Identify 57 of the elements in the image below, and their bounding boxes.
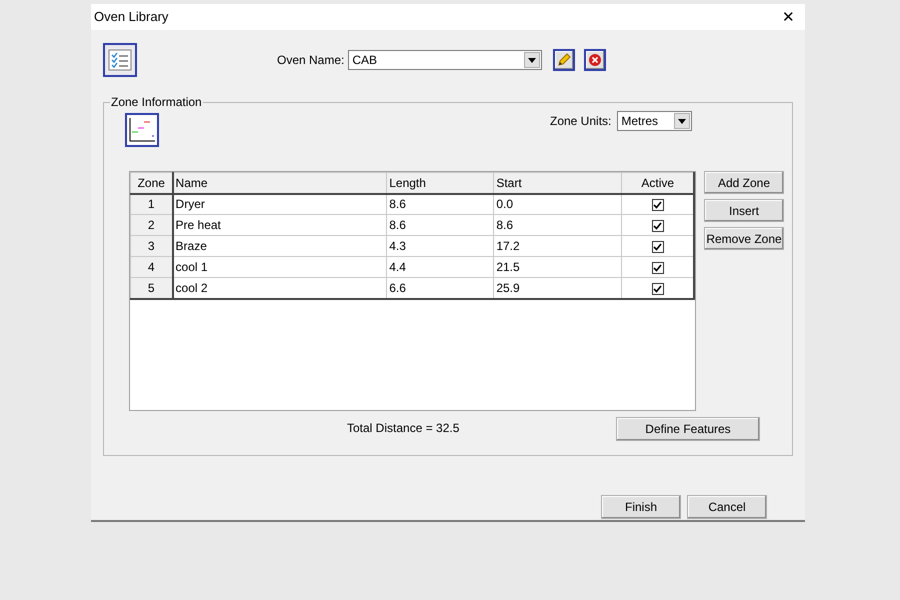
side-button[interactable]: Insert	[704, 199, 784, 222]
table-cell: 21.5	[494, 256, 622, 278]
window-title: Oven Library	[94, 8, 168, 26]
field-label: Oven Name:	[277, 52, 344, 69]
checkbox[interactable]	[652, 199, 664, 212]
dialog-button[interactable]: Cancel	[687, 495, 767, 519]
table-cell: 17.2	[494, 236, 622, 256]
table-cell: Braze	[172, 236, 387, 256]
table-cell: 8.6	[494, 214, 622, 236]
checkmark-icon	[653, 201, 662, 210]
column-header: Name	[172, 172, 387, 194]
dialog-button[interactable]: Finish	[601, 495, 681, 519]
field-label: Zone Units:	[550, 113, 612, 130]
row-header: 3	[130, 236, 173, 256]
checkmark-icon	[653, 284, 662, 293]
checkmark-icon	[653, 222, 662, 230]
delete-icon	[588, 53, 602, 67]
table-cell: 0.0	[494, 194, 622, 214]
side-button[interactable]: Add Zone	[704, 171, 784, 194]
group-title: Zone Information	[110, 95, 203, 109]
checkbox[interactable]	[652, 240, 664, 253]
checkbox[interactable]	[652, 220, 664, 232]
table-cell: Dryer	[172, 194, 387, 214]
zone-units-dropdown[interactable]: Metres	[617, 111, 692, 131]
checkmark-icon	[653, 242, 662, 251]
table-cell: cool 2	[172, 278, 387, 298]
table-cell: 4.3	[386, 236, 494, 256]
checkbox[interactable]	[652, 262, 664, 274]
caret-icon	[678, 118, 686, 124]
column-header: Start	[494, 172, 622, 194]
checkmark-icon	[653, 264, 662, 272]
table-cell: cool 1	[172, 256, 387, 278]
pencil-icon	[557, 53, 572, 67]
edit-button[interactable]	[553, 49, 576, 71]
row-header: 1	[130, 194, 173, 214]
row-header: 2	[130, 214, 173, 236]
column-header: Length	[386, 172, 494, 194]
table-cell: 4.4	[386, 256, 494, 278]
chart-icon	[125, 113, 159, 147]
row-header: 5	[130, 278, 173, 298]
oven-name-dropdown[interactable]: CAB	[348, 50, 542, 70]
column-header: Active	[622, 172, 694, 194]
checkbox[interactable]	[652, 282, 664, 295]
table-cell: 25.9	[494, 278, 622, 298]
total-distance-text: Total Distance = 32.5	[347, 420, 460, 436]
side-button[interactable]: Remove Zone	[704, 227, 784, 250]
table-cell: 8.6	[386, 194, 494, 214]
table-cell: 6.6	[386, 278, 494, 298]
caret-icon	[528, 58, 536, 62]
column-header: Zone	[130, 172, 173, 194]
close-button[interactable]: ✕	[780, 10, 797, 24]
checklist-icon	[103, 43, 137, 77]
row-header: 4	[130, 256, 173, 278]
table-cell: Pre heat	[172, 214, 387, 236]
delete-button[interactable]	[584, 49, 606, 71]
table-cell: 8.6	[386, 214, 494, 236]
define-features-button[interactable]: Define Features	[616, 417, 760, 441]
